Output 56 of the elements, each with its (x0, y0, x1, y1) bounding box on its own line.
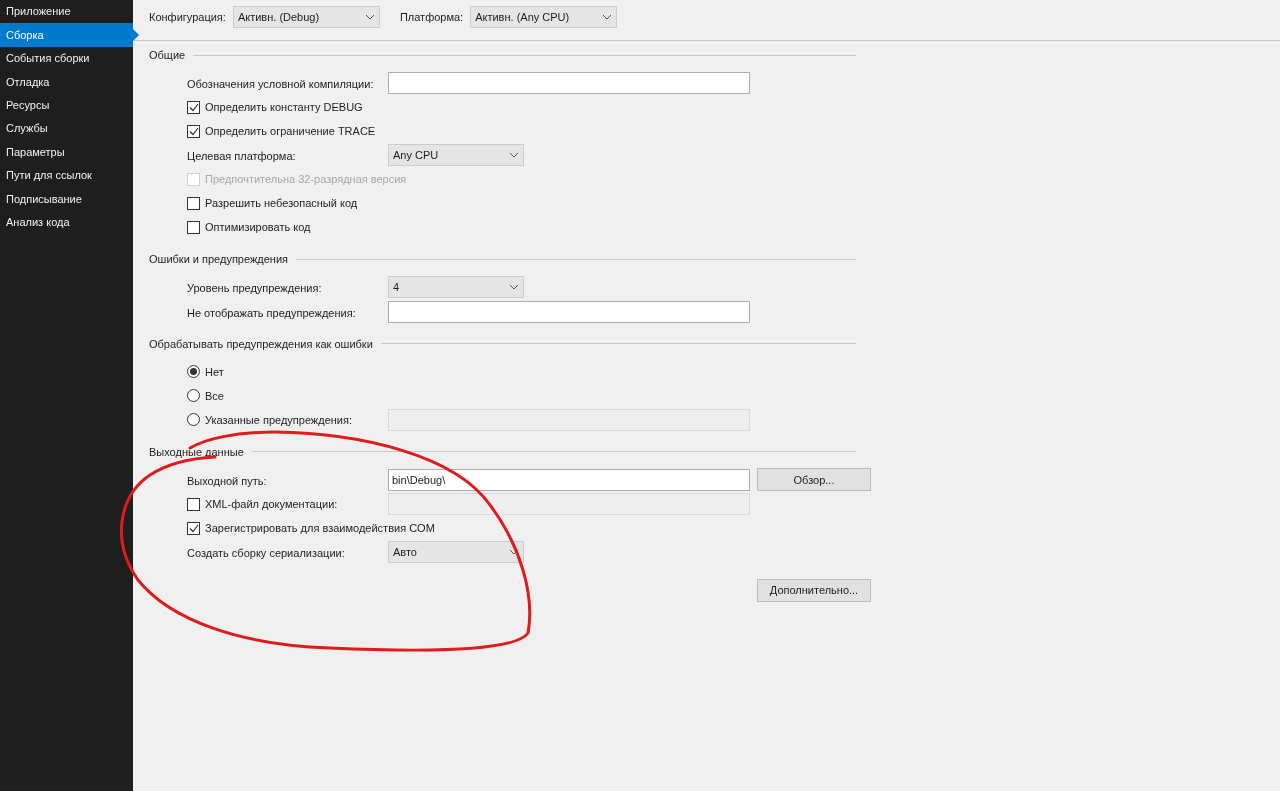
sidebar-item[interactable]: Отладка (0, 70, 133, 94)
section-heading: Выходные данные (149, 444, 244, 460)
field-label: Разрешить небезопасный код (205, 196, 358, 212)
sidebar-item[interactable]: Параметры (0, 140, 133, 164)
section-heading: Ошибки и предупреждения (149, 252, 289, 268)
section-heading: Обрабатывать предупреждения как ошибки (149, 336, 373, 352)
field-label: Не отображать предупреждения: (187, 306, 356, 319)
sidebar-item[interactable]: Службы (0, 116, 133, 141)
input-field[interactable] (388, 72, 750, 95)
radio-button[interactable] (187, 365, 200, 379)
field-label: Нет (205, 364, 224, 380)
field-label: Определить константу DEBUG (205, 100, 363, 116)
section-heading: Общие (149, 47, 186, 63)
checkbox[interactable] (187, 124, 200, 138)
radio-button[interactable] (187, 413, 200, 427)
browse-button[interactable]: Обзор... (757, 468, 871, 492)
dropdown[interactable]: Активн. (Debug) (232, 6, 380, 28)
input-field[interactable] (388, 493, 750, 516)
field-label: Зарегистрировать для взаимодействия COM (205, 520, 435, 536)
field-label: Все (205, 388, 224, 404)
sidebar-item[interactable]: Ресурсы (0, 93, 133, 117)
input-field[interactable] (388, 300, 750, 323)
toolbar-label: Конфигурация: (149, 9, 226, 25)
field-label: Обозначения условной компиляции: (187, 78, 374, 91)
field-label: XML-файл документации: (205, 496, 338, 512)
field-label: Выходной путь: (187, 474, 267, 487)
field-label: Создать сборку сериализации: (187, 547, 345, 560)
dropdown[interactable]: 4 (388, 276, 524, 299)
checkbox[interactable] (187, 220, 200, 234)
toolbar-label: Платформа: (399, 9, 464, 25)
field-label: Целевая платформа: (187, 150, 296, 163)
checkbox[interactable] (187, 196, 200, 210)
field-label: Предпочтительна 32-разрядная версия (205, 172, 407, 188)
checkbox[interactable] (187, 521, 200, 535)
caret-icon (364, 14, 375, 20)
caret-icon (509, 152, 519, 159)
dropdown[interactable]: Авто (388, 541, 524, 564)
caret-icon (602, 14, 613, 20)
sidebar-item[interactable]: Анализ кода (0, 210, 133, 234)
sidebar-item[interactable]: События сборки (0, 46, 133, 71)
checkbox[interactable] (187, 497, 200, 511)
sidebar-item[interactable]: Подписывание (0, 187, 133, 211)
dropdown[interactable]: Any CPU (388, 144, 524, 167)
radio-button[interactable] (187, 389, 200, 403)
selection-pointer-icon (133, 29, 139, 42)
field-label: Указанные предупреждения: (205, 412, 352, 428)
sidebar-item[interactable]: Пути для ссылок (0, 163, 133, 188)
dropdown[interactable]: Активн. (Any CPU) (470, 6, 618, 28)
field-label: Уровень предупреждения: (187, 282, 322, 295)
field-label: Оптимизировать код (205, 220, 311, 236)
advanced-button[interactable]: Дополнительно... (757, 578, 871, 602)
input-field[interactable]: bin\Debug\ (388, 468, 750, 491)
caret-icon (509, 284, 519, 291)
sidebar-item[interactable]: Приложение (0, 0, 133, 24)
checkbox[interactable] (187, 100, 200, 114)
field-label: Определить ограничение TRACE (205, 124, 376, 140)
